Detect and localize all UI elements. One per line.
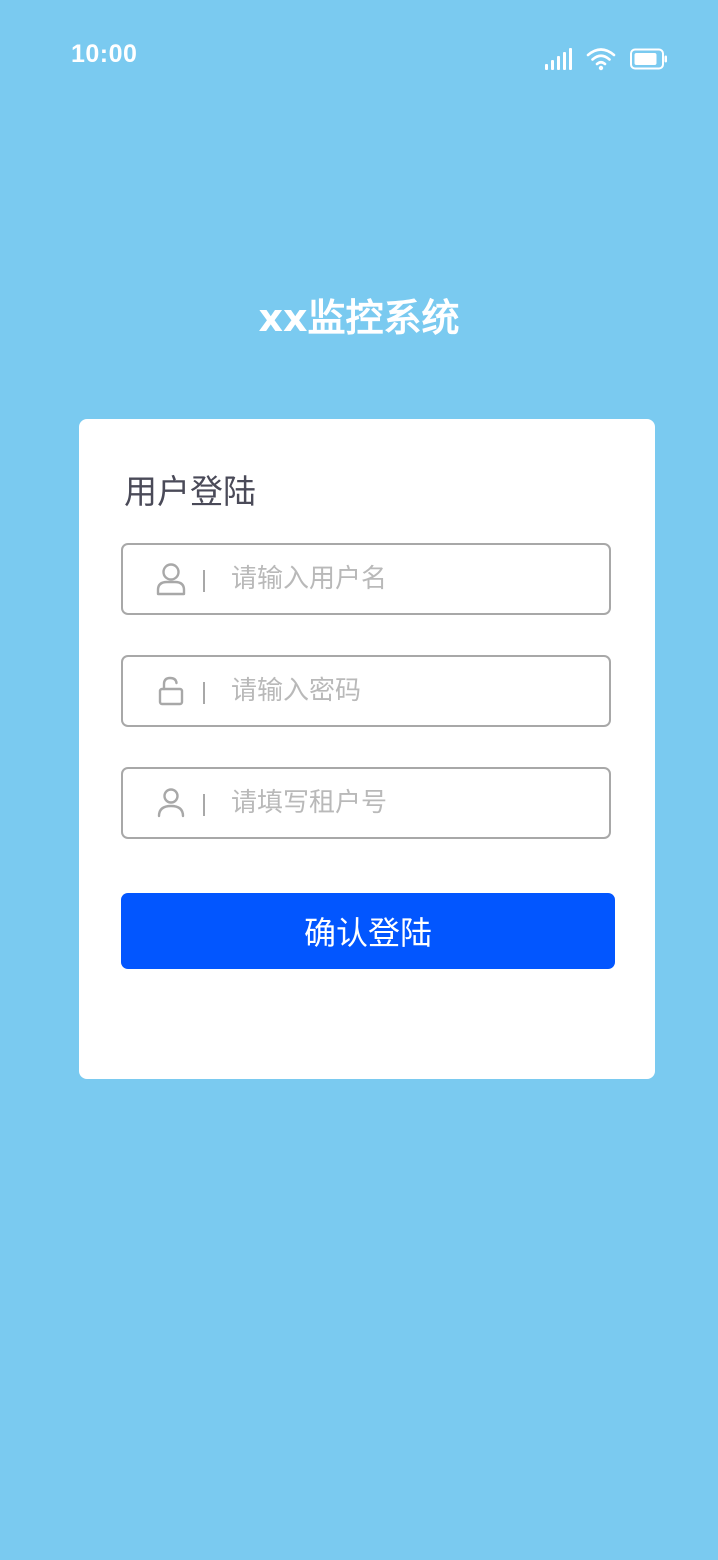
password-field[interactable] xyxy=(121,655,611,727)
login-card-title: 用户登陆 xyxy=(124,472,256,511)
username-field[interactable] xyxy=(121,543,611,615)
tenant-input[interactable] xyxy=(231,769,591,837)
status-bar: 10:00 xyxy=(0,0,718,112)
wifi-icon xyxy=(586,47,616,71)
confirm-login-button[interactable]: 确认登陆 xyxy=(121,893,615,969)
status-time: 10:00 xyxy=(71,40,138,68)
app-title: xx监控系统 xyxy=(258,296,460,340)
signal-icon xyxy=(544,47,572,71)
battery-icon xyxy=(630,48,668,70)
field-divider xyxy=(203,682,205,704)
username-input[interactable] xyxy=(231,545,591,613)
lock-icon xyxy=(155,674,187,708)
user-icon xyxy=(155,786,187,820)
login-card: 用户登陆 确认登陆 xyxy=(79,419,655,1079)
field-divider xyxy=(203,570,205,592)
user-icon xyxy=(155,562,187,596)
password-input[interactable] xyxy=(231,657,591,725)
field-divider xyxy=(203,794,205,816)
tenant-field[interactable] xyxy=(121,767,611,839)
status-icons xyxy=(544,44,668,74)
